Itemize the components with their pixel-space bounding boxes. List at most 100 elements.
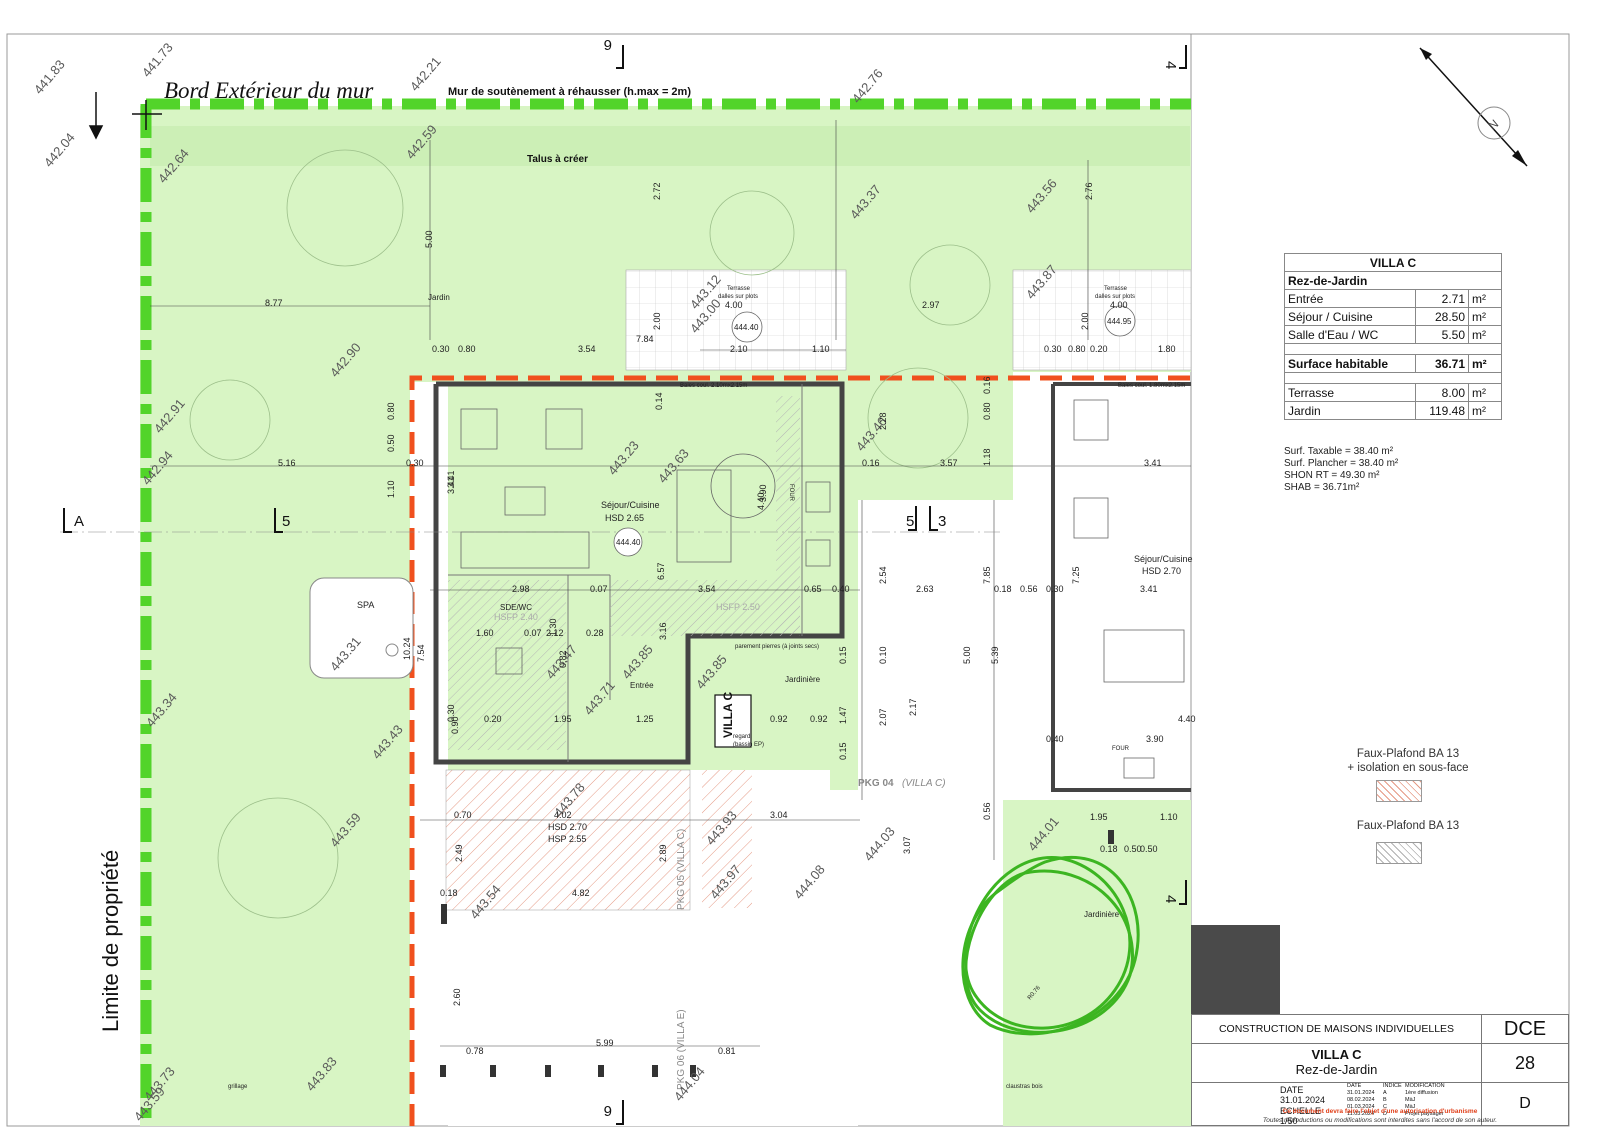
terrace-c-level: 444.40 — [734, 323, 759, 332]
rev-header: DATE — [1347, 1083, 1362, 1089]
rev-date: 31.01.2024 — [1347, 1090, 1375, 1096]
tb-warning-1: Ce document devra faire l'objet d'une au… — [1282, 1108, 1478, 1115]
section-mark: 5 — [906, 513, 914, 530]
dimension-value: 2.10 — [730, 344, 748, 354]
surface-unit: m² — [1468, 354, 1502, 373]
rev-mod: MàJ — [1405, 1097, 1416, 1103]
section-mark: 3 — [938, 513, 946, 530]
dimension-value: 0.18 — [440, 888, 458, 898]
carport-hsp: HSP 2.55 — [548, 834, 586, 844]
dimension-value: 2.00 — [1080, 312, 1090, 330]
dimension-value: 0.30 — [1044, 344, 1062, 354]
tb-date-value: 31.01.2024 — [1280, 1095, 1326, 1105]
legend-2-title: Faux-Plafond BA 13 — [1356, 820, 1460, 832]
section-mark: 5 — [282, 513, 290, 530]
dimension-value: 4.00 — [725, 300, 743, 310]
tb-villa-box: VILLA C Rez-de-Jardin — [1191, 1043, 1482, 1083]
dimension-value: 5.99 — [596, 1038, 614, 1048]
four-label-e: FOUR — [1112, 746, 1130, 752]
tb-date-label: DATE — [1280, 1085, 1304, 1095]
rev-mod: 1ère diffusion — [1405, 1090, 1438, 1096]
dimension-value: 1.10 — [812, 344, 830, 354]
room-sejour-hsd: HSD 2.65 — [605, 513, 644, 523]
dimension-value: 0.20 — [484, 714, 502, 724]
room-entree: Entrée — [630, 681, 654, 690]
dimension-value: 10.24 — [402, 637, 412, 660]
legend-1-title: Faux-Plafond BA 13 — [1356, 748, 1460, 760]
wall-label: Bord Extérieur du mur — [164, 78, 374, 103]
dimension-value: 7.25 — [1071, 566, 1081, 584]
dimension-value: 0.80 — [386, 402, 396, 420]
dimension-value: 0.65 — [804, 584, 822, 594]
dimension-value: 0.30 — [406, 458, 424, 468]
dimension-value: 2.72 — [652, 182, 662, 200]
dimension-value: 3.54 — [698, 584, 716, 594]
terrace-c-label: Terrasse — [727, 286, 751, 292]
dimension-value: 7.54 — [416, 644, 426, 662]
dimension-value: 0.78 — [466, 1046, 484, 1056]
dimension-value: 0.92 — [770, 714, 788, 724]
rev-header: MODIFICATION — [1405, 1083, 1445, 1089]
row-label: Entrée — [1283, 289, 1417, 308]
surface-row: Surface habitable 36.71 m² — [1283, 354, 1502, 373]
parking-04: PKG 04 — [858, 778, 894, 789]
dimension-value: 5.39 — [990, 646, 1000, 664]
section-mark: 6 — [604, 36, 612, 53]
four-label: FOUR — [788, 484, 794, 502]
section-mark: 4 — [1162, 61, 1179, 69]
dimension-value: 7.84 — [636, 334, 654, 344]
dimension-value: 7.85 — [982, 566, 992, 584]
dimension-value: 0.80 — [982, 402, 992, 420]
dimension-value: 3.57 — [940, 458, 958, 468]
regard-label: regard — [733, 734, 750, 740]
table-subtitle: Rez-de-Jardin — [1284, 271, 1502, 290]
dimension-value: 0.30 — [432, 344, 450, 354]
tb-sheet: 28 — [1481, 1043, 1569, 1083]
note-line: SHAB = 36.71m² — [1284, 482, 1360, 493]
north-arrow: N — [1419, 47, 1528, 167]
dimension-value: 0.16 — [862, 458, 880, 468]
dimension-value: 0.50 — [1140, 844, 1158, 854]
rev-header: INDICE — [1383, 1083, 1402, 1089]
baies-2: Baies coul. 1.80mx2.15m — [1118, 383, 1185, 389]
dimension-value: 1.47 — [838, 706, 848, 724]
table-title: VILLA C — [1284, 253, 1502, 272]
dimension-value: 0.50 — [386, 434, 396, 452]
dimension-value: 2.60 — [452, 988, 462, 1006]
dimension-value: 0.92 — [810, 714, 828, 724]
tb-warning-2: Toutes reproductions ou modifications so… — [1262, 1117, 1498, 1124]
spa-label: SPA — [357, 600, 374, 610]
level-value: 444.08 — [791, 862, 828, 902]
dimension-value: 5.00 — [424, 230, 434, 248]
floor-plan: Bord Extérieur du mur Mur de soutènement… — [6, 33, 1570, 1127]
dimension-value: 2.07 — [878, 708, 888, 726]
dimension-value: 0.15 — [838, 646, 848, 664]
level-value: 442.21 — [407, 54, 444, 94]
property-limit-label: Limite de propriété — [98, 850, 123, 1032]
room-sejour: Séjour/Cuisine — [601, 500, 660, 510]
dimension-value: 1.95 — [554, 714, 572, 724]
dimension-value: 3.07 — [902, 836, 912, 854]
table-row: Séjour / Cuisine 28.50 m² — [1283, 307, 1502, 326]
row-value: 8.00 — [1415, 383, 1469, 402]
dimension-value: 1.95 — [1090, 812, 1108, 822]
dimension-value: 3.04 — [770, 810, 788, 820]
dimension-value: 0.56 — [1020, 584, 1038, 594]
dimension-value: 0.28 — [586, 628, 604, 638]
logo-block — [1191, 925, 1280, 1014]
row-unit: m² — [1468, 325, 1502, 344]
dimension-value: 3.16 — [658, 622, 668, 640]
level-value: 441.73 — [139, 40, 176, 80]
rev-indice: B — [1383, 1097, 1387, 1103]
row-label: Jardin — [1283, 401, 1417, 420]
section-mark: 6 — [604, 1102, 612, 1119]
dimension-value: 0.82 — [558, 650, 568, 668]
level-value: 442.04 — [41, 130, 78, 170]
dimension-value: 1.10 — [1160, 812, 1178, 822]
row-value: 2.71 — [1415, 289, 1469, 308]
dimension-value: 3.41 — [1140, 584, 1158, 594]
dimension-value: 3.54 — [578, 344, 596, 354]
dimension-value: 0.18 — [1100, 844, 1118, 854]
note-line: SHON RT = 49.30 m² — [1284, 470, 1380, 481]
table-row: Jardin 119.48 m² — [1283, 401, 1502, 420]
